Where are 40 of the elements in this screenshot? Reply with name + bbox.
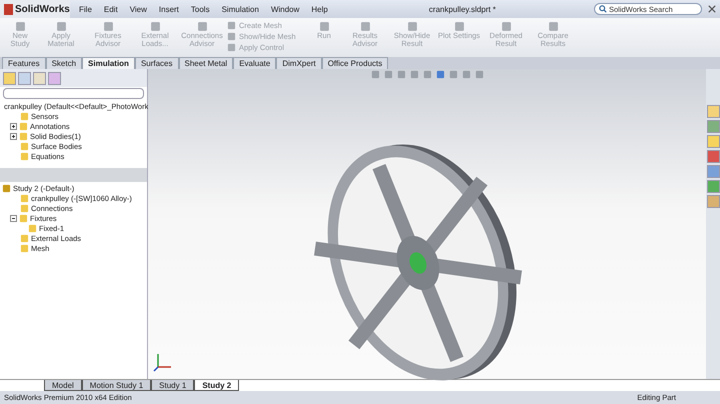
command-tab[interactable]: Sheet Metal bbox=[178, 57, 234, 69]
menu-item[interactable]: Edit bbox=[100, 4, 121, 14]
command-tab[interactable]: Evaluate bbox=[233, 57, 276, 69]
menu-item[interactable]: Help bbox=[308, 4, 331, 14]
panel-tab[interactable] bbox=[48, 72, 61, 84]
panel-tab[interactable] bbox=[3, 72, 16, 84]
study-tab[interactable]: Study 2 bbox=[194, 380, 240, 391]
expand-toggle[interactable] bbox=[10, 214, 17, 222]
command-tab[interactable]: DimXpert bbox=[276, 57, 322, 69]
task-pane-icon[interactable] bbox=[706, 195, 720, 208]
command-tab[interactable]: Office Products bbox=[322, 57, 388, 69]
menu-item[interactable]: View bbox=[126, 4, 150, 14]
logo: SolidWorks bbox=[0, 0, 70, 18]
panel-tab[interactable] bbox=[33, 72, 46, 84]
menu-item[interactable]: Window bbox=[268, 4, 302, 14]
task-pane-icon[interactable] bbox=[706, 150, 720, 163]
task-pane-icon[interactable] bbox=[706, 120, 720, 133]
expand-toggle[interactable] bbox=[10, 132, 17, 140]
command-tab[interactable]: Surfaces bbox=[134, 57, 179, 69]
menu-item[interactable]: Tools bbox=[188, 4, 213, 14]
expand-toggle[interactable] bbox=[10, 122, 17, 130]
menu-item[interactable]: File bbox=[76, 4, 95, 14]
panel-tab[interactable] bbox=[18, 72, 31, 84]
task-pane-icon[interactable] bbox=[706, 135, 720, 148]
command-tab[interactable]: Features bbox=[2, 57, 46, 69]
command-tab[interactable]: Simulation bbox=[82, 57, 135, 69]
study-tab[interactable]: Motion Study 1 bbox=[82, 380, 152, 391]
filter-field[interactable] bbox=[3, 88, 144, 99]
close-icon[interactable] bbox=[708, 5, 716, 13]
menu-item[interactable]: Insert bbox=[156, 4, 182, 14]
study-tab[interactable]: Study 1 bbox=[151, 380, 194, 391]
search-icon bbox=[598, 5, 607, 13]
document-title: crankpulley.sldprt * bbox=[428, 4, 496, 14]
task-pane-icon[interactable] bbox=[706, 180, 720, 193]
command-tab[interactable]: Sketch bbox=[46, 57, 82, 69]
study-tab[interactable]: Model bbox=[44, 380, 82, 391]
task-pane-icon[interactable] bbox=[706, 165, 720, 178]
axis-triad-icon bbox=[152, 351, 174, 373]
task-pane-icon[interactable] bbox=[706, 105, 720, 118]
menu-item[interactable]: Simulation bbox=[218, 4, 262, 14]
